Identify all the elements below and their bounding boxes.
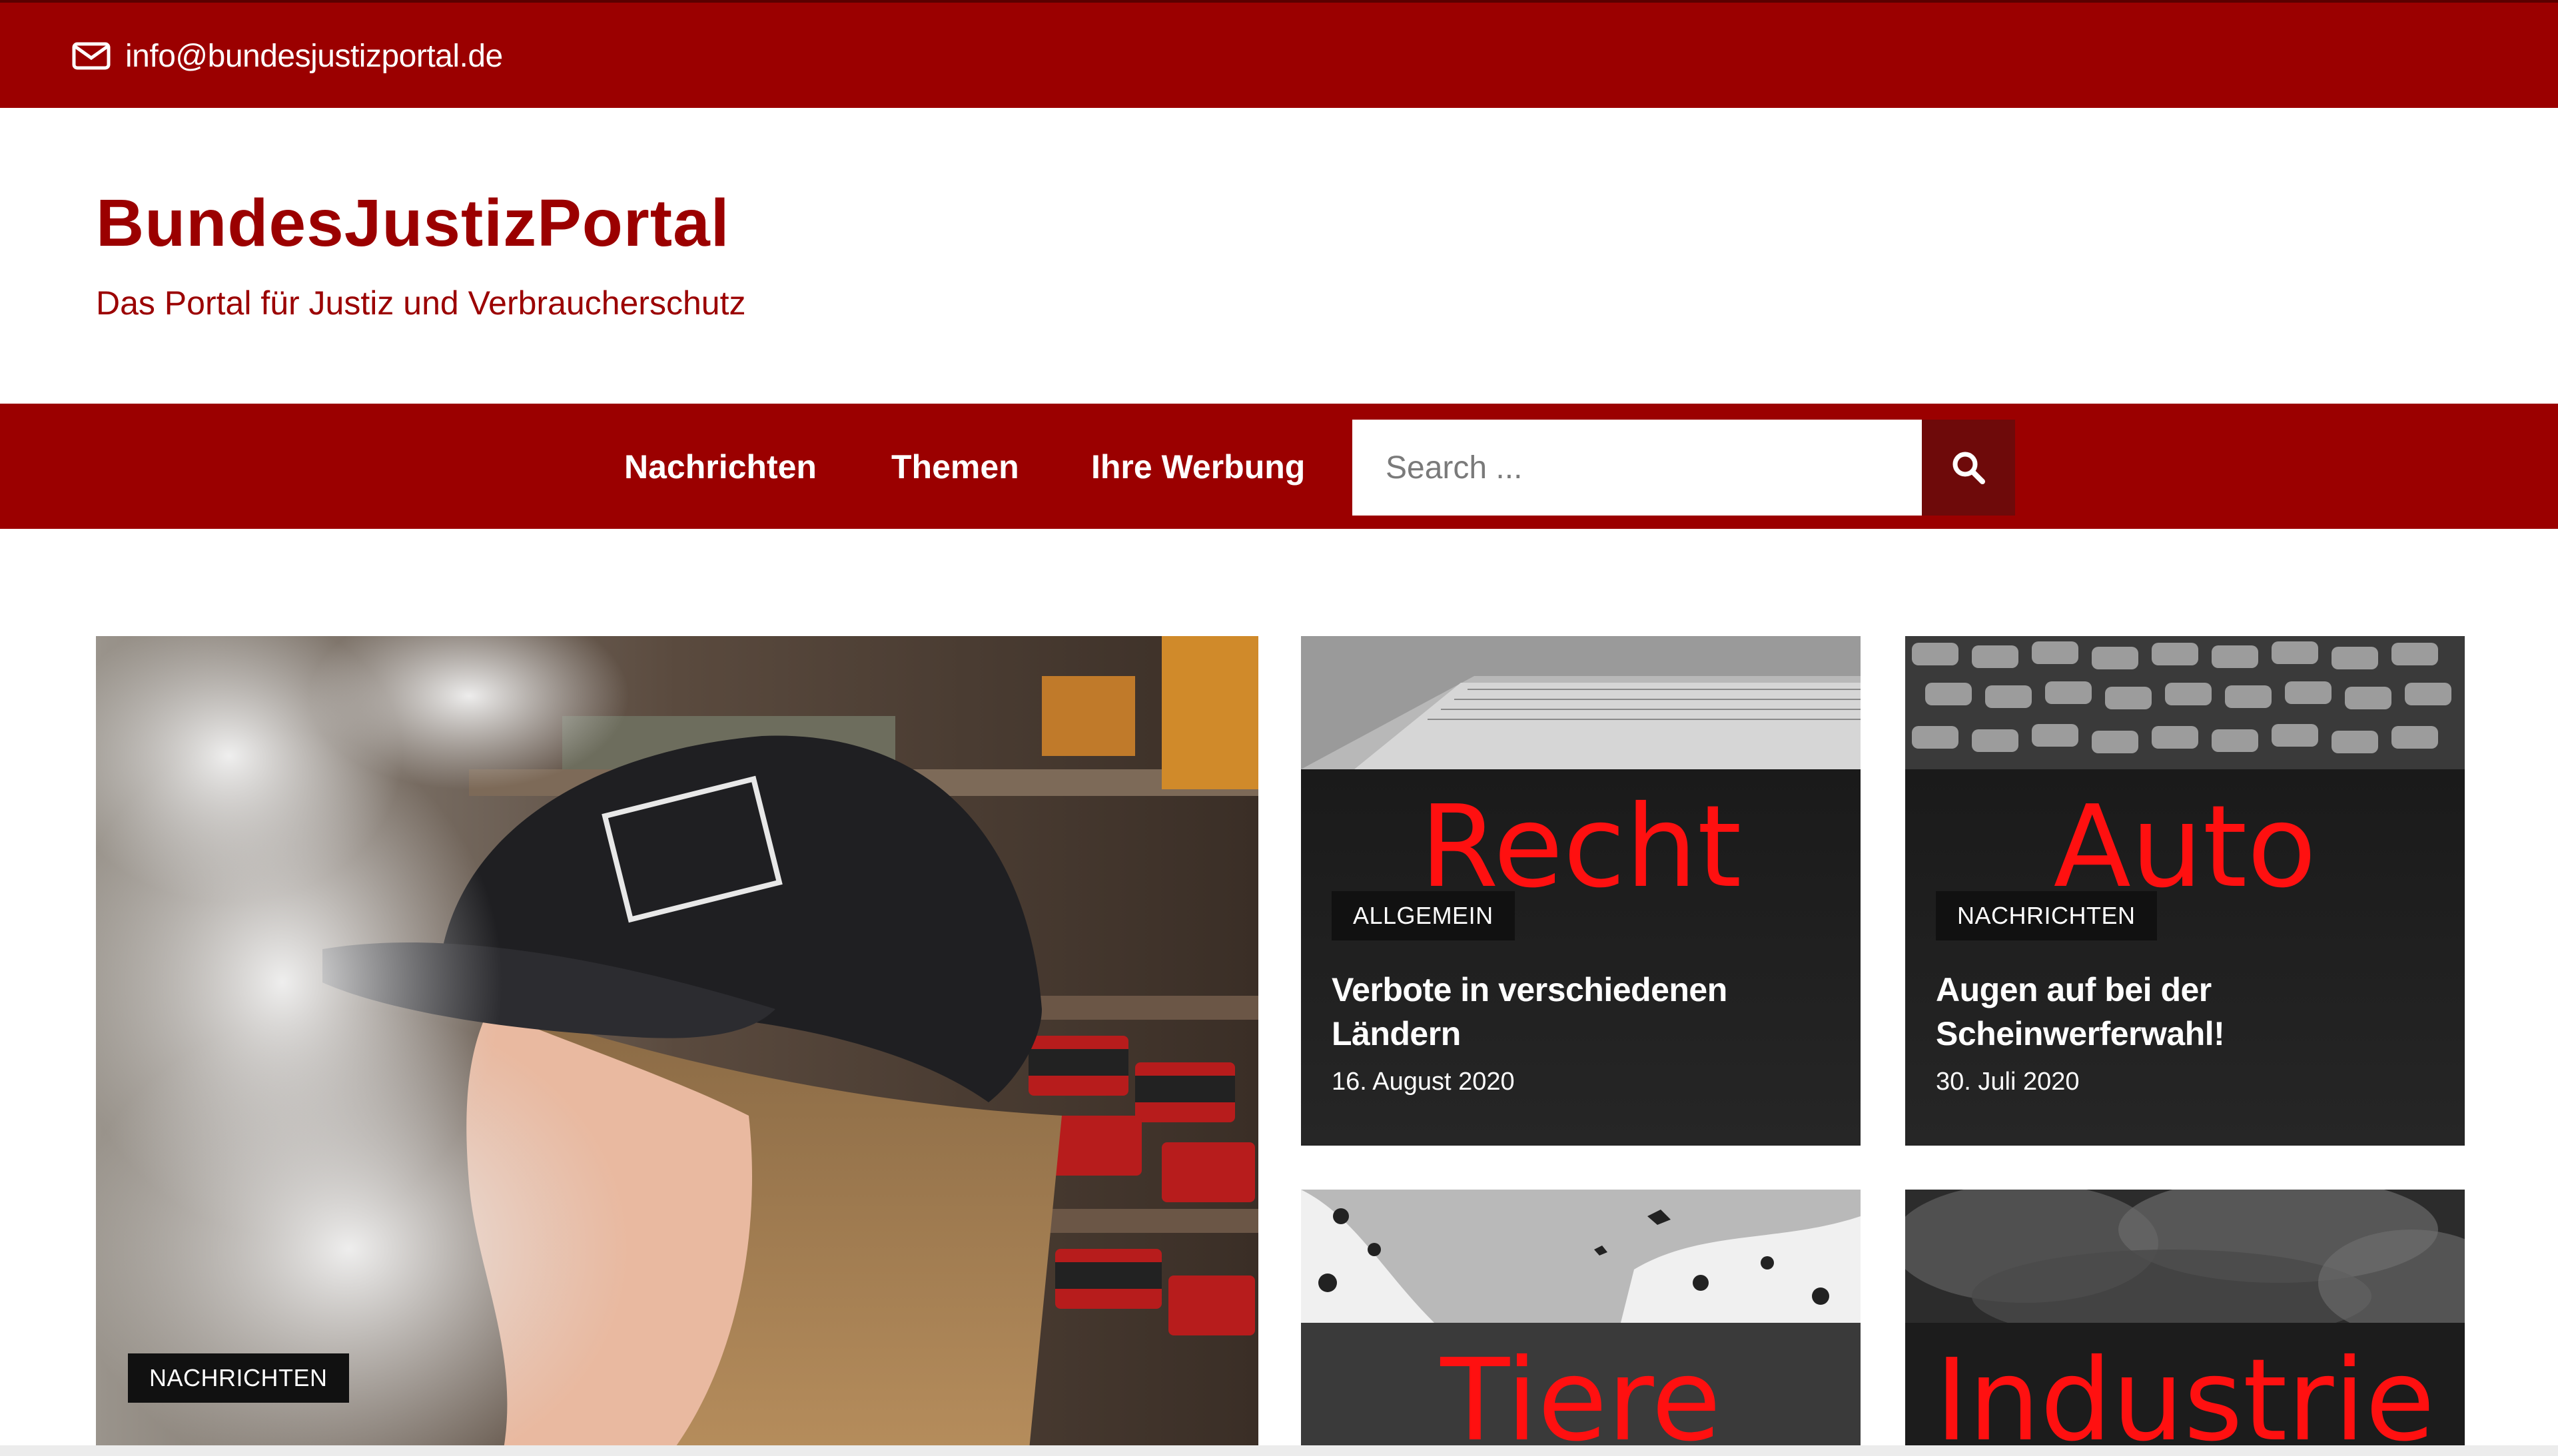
site-tagline: Das Portal für Justiz und Verbrauchersch… [96, 284, 746, 322]
card-image [1301, 636, 1861, 769]
article-date: 16. August 2020 [1332, 1068, 1515, 1096]
article-title[interactable]: Verbote in verschiedenen Ländern [1332, 968, 1838, 1056]
search-button[interactable] [1922, 420, 2015, 516]
article-date: 30. Juli 2020 [1936, 1068, 2080, 1096]
category-badge[interactable]: ALLGEMEIN [1332, 891, 1515, 940]
nav-item-nachrichten[interactable]: Nachrichten [624, 444, 817, 490]
contact-email-link[interactable]: info@bundesjustizportal.de [72, 36, 503, 76]
search-icon [1952, 452, 1985, 484]
article-card[interactable]: Auto NACHRICHTEN Augen auf bei der Schei… [1905, 636, 2465, 1146]
site-title[interactable]: BundesJustizPortal [96, 185, 730, 262]
nav-item-ihre-werbung[interactable]: Ihre Werbung [1091, 444, 1305, 490]
article-card[interactable]: Recht ALLGEMEIN Verbote in verschiedenen… [1301, 636, 1861, 1146]
main-navigation: Nachrichten Themen Ihre Werbung [0, 404, 2558, 529]
featured-article[interactable]: NACHRICHTEN [96, 636, 1258, 1456]
search-input[interactable] [1352, 420, 1922, 516]
contact-email: info@bundesjustizportal.de [125, 38, 503, 74]
card-image [1301, 1190, 1861, 1323]
article-card[interactable]: Tiere [1301, 1190, 1861, 1456]
featured-image [96, 636, 1258, 1456]
article-card[interactable]: Industrie [1905, 1190, 2465, 1456]
card-overlay-word: Industrie [1934, 1335, 2435, 1456]
mail-icon [72, 42, 111, 70]
page-bottom-edge [0, 1445, 2558, 1456]
category-badge[interactable]: NACHRICHTEN [128, 1353, 349, 1403]
card-overlay-word: Tiere [1440, 1335, 1721, 1456]
card-image [1905, 636, 2465, 769]
category-badge[interactable]: NACHRICHTEN [1936, 891, 2157, 940]
card-image [1905, 1190, 2465, 1323]
nav-item-themen[interactable]: Themen [891, 444, 1019, 490]
top-bar: info@bundesjustizportal.de [0, 0, 2558, 108]
article-title[interactable]: Augen auf bei der Scheinwerferwahl! [1936, 968, 2442, 1056]
